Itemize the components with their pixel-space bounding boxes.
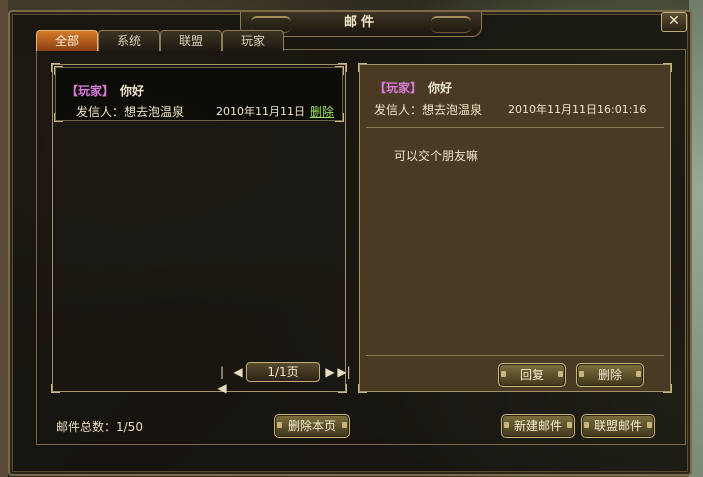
tab-system[interactable]: 系统 xyxy=(98,30,160,51)
detail-divider xyxy=(366,127,664,128)
prev-page-icon[interactable]: ◀ xyxy=(232,364,244,380)
detail-sender: 发信人：想去泡温泉 xyxy=(374,103,483,117)
mail-detail-panel: 【玩家】 你好 发信人：想去泡温泉 2010年11月11日16:01:16 可以交… xyxy=(358,63,672,393)
next-page-icon[interactable]: ▶ xyxy=(324,364,336,380)
mail-list-panel: 【玩家】 你好 发信人：想去泡温泉 2010年11月11日 删除 xyxy=(51,63,347,393)
mail-item-subject: 你好 xyxy=(120,84,145,98)
title-ornament-right xyxy=(431,16,471,33)
corner-ornament xyxy=(51,63,60,72)
new-mail-button[interactable]: 新建邮件 xyxy=(501,414,575,438)
first-page-icon[interactable]: |◀ xyxy=(216,364,228,395)
mail-item-delete-link[interactable]: 删除 xyxy=(310,103,334,120)
mail-item-header: 【玩家】 你好 xyxy=(66,82,144,99)
detail-footer-divider xyxy=(366,355,664,356)
tab-alliance[interactable]: 联盟 xyxy=(160,30,222,51)
mail-item-tag: 【玩家】 xyxy=(66,84,115,98)
detail-subject: 你好 xyxy=(428,81,453,95)
left-edge-strip xyxy=(0,0,8,477)
detail-tag: 【玩家】 xyxy=(374,81,423,95)
window-title: 邮件 xyxy=(343,15,378,30)
corner-ornament xyxy=(663,384,672,393)
corner-ornament xyxy=(54,113,63,122)
corner-ornament xyxy=(338,384,347,393)
mail-list-item[interactable]: 【玩家】 你好 发信人：想去泡温泉 2010年11月11日 删除 xyxy=(54,66,344,122)
tab-player[interactable]: 玩家 xyxy=(222,30,284,51)
corner-ornament xyxy=(663,63,672,72)
mail-total-count: 邮件总数：1/50 xyxy=(56,420,143,434)
reply-button[interactable]: 回复 xyxy=(498,363,566,387)
corner-ornament xyxy=(335,113,344,122)
corner-ornament xyxy=(338,63,347,72)
last-page-icon[interactable]: ▶| xyxy=(336,364,352,380)
mail-item-date: 2010年11月11日 xyxy=(216,105,305,118)
delete-page-button[interactable]: 删除本页 xyxy=(274,414,350,438)
detail-datetime: 2010年11月11日16:01:16 xyxy=(508,103,647,116)
corner-ornament xyxy=(358,384,367,393)
corner-ornament xyxy=(51,384,60,393)
alliance-mail-button[interactable]: 联盟邮件 xyxy=(581,414,655,438)
tab-all[interactable]: 全部 xyxy=(36,30,98,51)
close-button[interactable]: ✕ xyxy=(661,12,687,32)
mail-item-sender: 发信人：想去泡温泉 xyxy=(76,105,185,119)
delete-button[interactable]: 删除 xyxy=(576,363,644,387)
page-indicator: 1/1页 xyxy=(246,362,320,382)
detail-body: 可以交个朋友嘛 xyxy=(394,149,479,163)
detail-header: 【玩家】 你好 xyxy=(374,79,452,96)
corner-ornament xyxy=(358,63,367,72)
